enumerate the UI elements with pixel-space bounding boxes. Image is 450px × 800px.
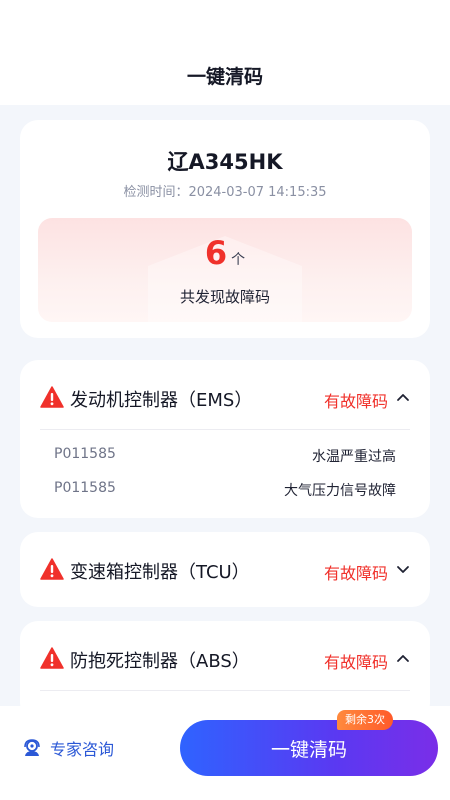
- fault-code-row: P011585 大气压力信号故障: [20, 480, 430, 510]
- divider: [40, 429, 410, 430]
- fault-count-box: 6个 共发现故障码: [38, 218, 412, 322]
- module-name: 变速箱控制器（TCU）: [70, 562, 250, 583]
- module-card-ems: 发动机控制器（EMS） 有故障码 P011585 水温严重过高 P011585 …: [20, 360, 430, 518]
- expert-consult-button[interactable]: 专家咨询: [22, 736, 114, 760]
- module-status: 有故障码: [323, 392, 388, 411]
- fault-count-caption: 共发现故障码: [179, 288, 270, 306]
- summary-card: 辽A345HK 检测时间：2024-03-07 14:15:35 6个 共发现故…: [20, 120, 430, 338]
- warning-icon: [40, 386, 64, 408]
- fault-code: P011585: [54, 446, 116, 462]
- one-click-clear-button[interactable]: 一键清码: [180, 720, 438, 776]
- fault-code: P011585: [54, 480, 116, 496]
- fault-description: 大气压力信号故障: [284, 483, 396, 499]
- divider: [40, 690, 410, 691]
- chevron-up-icon[interactable]: [396, 651, 410, 665]
- chevron-down-icon[interactable]: [396, 562, 410, 576]
- page-title: 一键清码: [186, 66, 263, 88]
- bottom-action-bar: 专家咨询 一键清码 剩余3次: [0, 706, 450, 800]
- module-header-abs[interactable]: 防抱死控制器（ABS） 有故障码: [20, 621, 430, 696]
- fault-description: 水温严重过高: [312, 449, 396, 465]
- module-card-tcu: 变速箱控制器（TCU） 有故障码: [20, 532, 430, 607]
- expert-consult-label: 专家咨询: [50, 740, 115, 759]
- module-header-ems[interactable]: 发动机控制器（EMS） 有故障码: [20, 360, 430, 435]
- module-name: 发动机控制器（EMS）: [70, 390, 253, 411]
- plate-number: 辽A345HK: [167, 150, 283, 174]
- module-name: 防抱死控制器（ABS）: [70, 651, 250, 672]
- fault-count-unit: 个: [231, 252, 246, 268]
- warning-icon: [40, 558, 64, 580]
- fault-count: 6: [204, 234, 228, 272]
- top-header: 一键清码: [0, 0, 450, 105]
- module-status: 有故障码: [323, 653, 388, 672]
- headset-icon: [24, 739, 40, 756]
- remaining-count-badge: 剩余3次: [337, 710, 393, 730]
- fault-code-row: P011585 水温严重过高: [20, 446, 430, 476]
- warning-icon: [40, 647, 64, 669]
- module-status: 有故障码: [323, 564, 388, 583]
- chevron-up-icon[interactable]: [396, 390, 410, 404]
- module-header-tcu[interactable]: 变速箱控制器（TCU） 有故障码: [20, 532, 430, 607]
- check-time: 检测时间：2024-03-07 14:15:35: [123, 185, 327, 200]
- fault-count-line: 6个: [38, 234, 412, 272]
